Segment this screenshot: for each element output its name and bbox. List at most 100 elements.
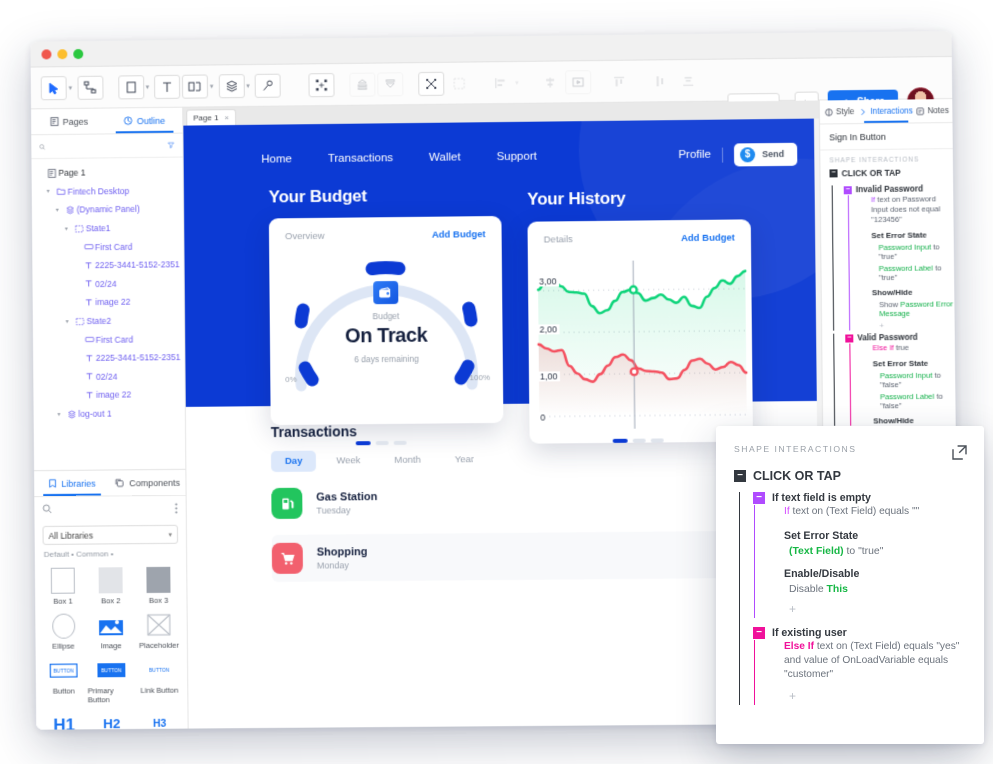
tab-components[interactable]: Components — [110, 470, 186, 496]
image-icon[interactable] — [181, 73, 209, 99]
budget-section-title: Your Budget — [268, 186, 368, 207]
outline-node-first-card[interactable]: First Card — [39, 329, 184, 349]
maximize-window-button[interactable] — [73, 49, 84, 60]
layers-icon[interactable] — [218, 73, 245, 98]
resize-icon[interactable] — [308, 72, 335, 97]
minimize-window-button[interactable] — [57, 49, 68, 60]
bring-front-icon[interactable] — [349, 72, 376, 97]
library-item-button[interactable]: BUTTON Button — [40, 652, 88, 704]
interaction-case-header[interactable]: − Invalid Password — [843, 184, 954, 194]
chevron-down-icon[interactable]: ▾ — [146, 83, 150, 91]
outline-node-image-22[interactable]: image 22 — [39, 292, 184, 312]
align-bottom-icon[interactable] — [675, 68, 701, 92]
outline-node-02-24[interactable]: 02/24 — [38, 274, 183, 294]
rectangle-icon[interactable] — [117, 74, 144, 99]
align-center-icon[interactable] — [537, 70, 563, 94]
tab-libraries[interactable]: Libraries — [34, 471, 110, 497]
expand-arrow-icon[interactable]: ▾ — [47, 188, 55, 195]
library-item-image[interactable]: Image — [87, 607, 135, 650]
library-item-placeholder[interactable]: Placeholder — [135, 607, 183, 650]
align-middle-icon[interactable] — [647, 69, 673, 93]
outline-node-2225-3441-5152-2351[interactable]: 2225-3441-5152-2351 — [38, 255, 183, 275]
tab-outline[interactable]: Outline — [107, 108, 183, 134]
transactions-tab-year[interactable]: Year — [441, 449, 488, 470]
popup-add-action-button[interactable]: + — [765, 689, 968, 703]
popup-case-header[interactable]: − If existing user — [753, 626, 968, 639]
chevron-down-icon[interactable]: ▾ — [515, 78, 519, 86]
chevron-down-icon[interactable]: ▾ — [69, 84, 73, 92]
interaction-case-header[interactable]: − Valid Password — [845, 332, 955, 342]
library-item-box-3[interactable]: Box 3 — [134, 562, 182, 605]
library-item-link-button[interactable]: BUTTON Link Button — [135, 652, 183, 704]
libraries-search-input[interactable] — [58, 502, 169, 514]
nav-link-home[interactable]: Home — [261, 153, 292, 165]
transactions-tab-month[interactable]: Month — [380, 450, 435, 471]
outline-node-fintech-desktop[interactable]: ▾ Fintech Desktop — [38, 181, 183, 201]
distribute-icon[interactable] — [418, 71, 445, 96]
history-add-budget-link[interactable]: Add Budget — [681, 233, 735, 245]
outline-node-page-1[interactable]: Page 1 — [37, 163, 182, 183]
transactions-tab-day[interactable]: Day — [270, 450, 317, 473]
connector-icon[interactable] — [76, 75, 104, 100]
tab-interactions[interactable]: Interactions — [859, 99, 913, 123]
popup-case-header[interactable]: − If text field is empty — [753, 492, 968, 504]
nav-profile-link[interactable]: Profile — [678, 149, 711, 161]
tab-pages[interactable]: Pages — [31, 109, 107, 135]
tab-notes[interactable]: Notes — [913, 99, 953, 122]
collapse-icon[interactable]: − — [829, 169, 838, 178]
chevron-down-icon[interactable]: ▾ — [210, 82, 214, 90]
expand-arrow-icon[interactable]: ▾ — [56, 207, 64, 214]
outline-node-log-out-1[interactable]: ▾ log-out 1 — [39, 404, 184, 424]
close-icon[interactable]: × — [224, 113, 229, 122]
group-icon[interactable] — [446, 71, 472, 95]
outline-node-first-card[interactable]: First Card — [38, 237, 183, 257]
filter-icon[interactable] — [168, 140, 175, 151]
canvas-page-tab[interactable]: Page 1 × — [186, 109, 237, 126]
send-back-icon[interactable] — [377, 71, 404, 96]
library-item-ellipse[interactable]: Ellipse — [39, 607, 87, 651]
transactions-tab-week[interactable]: Week — [322, 450, 374, 471]
library-item-primary-button[interactable]: BUTTON Primary Button — [87, 652, 135, 704]
nav-link-transactions[interactable]: Transactions — [328, 152, 393, 165]
align-left-icon[interactable] — [487, 70, 513, 94]
collapse-icon[interactable]: − — [753, 492, 765, 504]
close-window-button[interactable] — [41, 49, 52, 60]
expand-arrow-icon[interactable]: ▾ — [57, 411, 65, 418]
text-icon[interactable] — [154, 74, 181, 99]
send-button[interactable]: $ Send — [733, 142, 798, 166]
expand-arrow-icon[interactable]: ▾ — [65, 225, 73, 232]
tab-style[interactable]: Style — [820, 100, 860, 123]
pen-icon[interactable] — [254, 73, 281, 98]
play-preview-icon[interactable] — [564, 69, 591, 94]
popup-event-header[interactable]: − CLICK OR TAP — [734, 469, 968, 483]
align-top-icon[interactable] — [606, 69, 632, 93]
outline-node-state1[interactable]: ▾ State1 — [38, 218, 183, 238]
cursor-icon[interactable] — [40, 75, 67, 100]
library-item-box-1[interactable]: Box 1 — [39, 563, 87, 606]
collapse-icon[interactable]: − — [734, 470, 746, 482]
outline-node-2225-3441-5152-2351[interactable]: 2225-3441-5152-2351 — [39, 348, 184, 368]
collapse-icon[interactable]: − — [843, 185, 852, 194]
outline-search-input[interactable] — [51, 140, 162, 152]
outline-node-dynamic-panel[interactable]: ▾ (Dynamic Panel) — [38, 200, 183, 220]
nav-link-support[interactable]: Support — [496, 151, 536, 163]
external-link-icon[interactable] — [951, 444, 968, 461]
more-vertical-icon[interactable] — [175, 502, 178, 514]
library-item-heading-3[interactable]: H3Heading 3 — [136, 706, 184, 730]
outline-node-02-24[interactable]: 02/24 — [39, 367, 184, 387]
popup-add-action-button[interactable]: + — [765, 602, 968, 616]
library-select[interactable]: All Libraries ▾ — [42, 524, 179, 545]
add-budget-link[interactable]: Add Budget — [432, 229, 486, 241]
outline-node-state2[interactable]: ▾ State2 — [39, 311, 184, 331]
library-item-heading-1[interactable]: H1Heading 1 — [40, 706, 88, 730]
outline-node-image-22[interactable]: image 22 — [39, 385, 184, 405]
nav-link-wallet[interactable]: Wallet — [429, 151, 461, 163]
right-event-header[interactable]: − CLICK OR TAP — [820, 167, 953, 182]
library-item-box-2[interactable]: Box 2 — [87, 562, 135, 605]
collapse-icon[interactable]: − — [753, 626, 765, 639]
library-item-heading-2[interactable]: H2Heading 2 — [88, 706, 136, 729]
expand-arrow-icon[interactable]: ▾ — [66, 318, 74, 325]
add-action-button[interactable]: + — [861, 320, 955, 330]
chevron-down-icon[interactable]: ▾ — [246, 81, 250, 89]
collapse-icon[interactable]: − — [845, 333, 854, 343]
